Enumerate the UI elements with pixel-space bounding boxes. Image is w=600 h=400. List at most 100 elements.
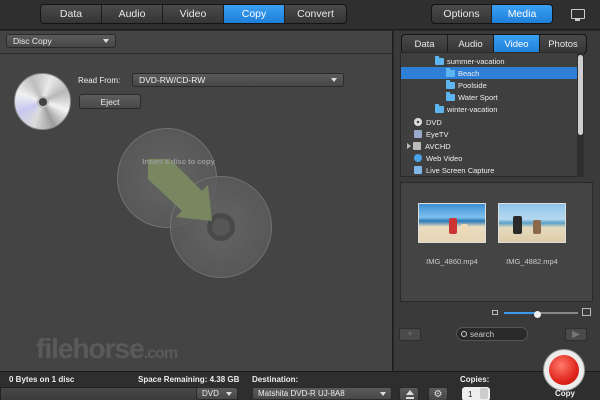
tab-copy[interactable]: Copy (224, 5, 285, 23)
tab-media[interactable]: Media (492, 5, 552, 23)
tree-item-eyetv[interactable]: EyeTV (401, 128, 581, 140)
video-preview-image (498, 203, 566, 243)
tree-item-avchd[interactable]: AVCHD (401, 140, 581, 152)
eject-button[interactable]: Eject (79, 94, 141, 109)
tab-video[interactable]: Video (163, 5, 224, 23)
chevron-down-icon (380, 392, 386, 396)
folder-icon (435, 55, 444, 65)
sidebar-tab-bar: Options Media (431, 4, 553, 24)
tree-item-label: winter-vacation (447, 104, 498, 114)
camera-icon (413, 142, 421, 150)
tree-item-label: Web Video (426, 153, 463, 163)
copy-button-label: Copy (555, 389, 575, 398)
tree-item-winter-vacation[interactable]: winter-vacation (401, 103, 581, 115)
space-remaining-text: Space Remaining: 4.38 GB (138, 375, 240, 384)
tree-scrollbar[interactable] (577, 52, 584, 177)
tree-item-water-sport[interactable]: Water Sport (401, 91, 581, 103)
media-panel: Data Audio Video Photos summer-vacation … (394, 31, 600, 371)
thumbnail-caption: IMG_4882.mp4 (506, 257, 558, 266)
watermark-logo: filehorse.com (36, 333, 178, 365)
eyetv-icon (414, 130, 422, 138)
divider (0, 53, 393, 54)
watermark-suffix: .com (143, 345, 178, 362)
tree-item-beach[interactable]: Beach (401, 67, 581, 79)
tree-item-label: DVD (426, 117, 442, 127)
tab-options[interactable]: Options (432, 5, 492, 23)
slider-track[interactable] (504, 311, 578, 318)
eject-icon[interactable] (399, 387, 419, 400)
dvd-icon (414, 118, 422, 126)
status-bar: 0 Bytes on 1 disc Space Remaining: 4.38 … (0, 371, 600, 400)
disc-icon (14, 73, 71, 130)
thumbnail-caption: IMG_4860.mp4 (426, 257, 478, 266)
disc-size-text: 0 Bytes on 1 disc (9, 375, 75, 384)
copy-panel: Disc Copy Read From: DVD-RW/CD-RW Eject … (0, 31, 393, 371)
tree-item-label: EyeTV (426, 129, 449, 139)
read-from-label: Read From: (78, 76, 121, 85)
copy-mode-select[interactable]: Disc Copy (6, 34, 116, 48)
folder-icon (435, 103, 444, 113)
tree-item-web-video[interactable]: Web Video (401, 152, 581, 164)
tab-audio[interactable]: Audio (102, 5, 163, 23)
screen-capture-icon (414, 166, 422, 174)
display-icon[interactable] (571, 9, 585, 21)
read-from-value: DVD-RW/CD-RW (139, 75, 206, 85)
search-icon (461, 331, 467, 337)
chevron-down-icon (103, 39, 109, 43)
copies-label: Copies: (460, 375, 490, 384)
tree-item-label: summer-vacation (447, 56, 505, 66)
stepper-arrows-icon[interactable] (480, 388, 488, 399)
search-placeholder: search (470, 329, 495, 339)
add-button[interactable]: + (399, 328, 421, 341)
folder-icon (446, 79, 455, 89)
media-type-value: DVD (202, 389, 219, 398)
insert-disc-hint: Insert a disc to copy (142, 157, 215, 166)
thumbnail-size-slider[interactable] (492, 308, 592, 318)
copy-button[interactable] (543, 349, 585, 391)
media-source-tree: summer-vacation Beach Poolside Water Spo… (400, 52, 582, 177)
tab-convert[interactable]: Convert (285, 5, 346, 23)
disclosure-triangle-icon[interactable] (407, 143, 411, 149)
tree-item-dvd[interactable]: DVD (401, 116, 581, 128)
scrollbar-thumb[interactable] (578, 55, 583, 135)
chevron-down-icon (331, 78, 337, 82)
copy-mode-value: Disc Copy (13, 36, 52, 46)
media-tab-audio[interactable]: Audio (448, 35, 494, 53)
copies-stepper[interactable]: 1 (462, 387, 490, 400)
tree-item-summer-vacation[interactable]: summer-vacation (401, 55, 581, 67)
tree-item-label: Water Sport (458, 92, 498, 102)
watermark-text: filehorse (36, 333, 145, 364)
media-tab-bar: Data Audio Video Photos (401, 34, 587, 54)
top-toolbar: Data Audio Video Copy Convert Options Me… (0, 0, 600, 30)
record-icon (549, 355, 579, 385)
tree-item-poolside[interactable]: Poolside (401, 79, 581, 91)
media-tab-video[interactable]: Video (494, 35, 540, 53)
folder-icon (446, 67, 455, 77)
slider-knob[interactable] (534, 311, 541, 318)
media-browser: IMG_4860.mp4 IMG_4882.mp4 (400, 182, 593, 302)
tree-item-label: Beach (458, 68, 480, 78)
destination-label: Destination: (252, 375, 299, 384)
tab-data[interactable]: Data (41, 5, 102, 23)
media-thumbnail[interactable]: IMG_4882.mp4 (498, 203, 566, 266)
copies-value: 1 (468, 389, 473, 399)
globe-icon (414, 154, 422, 162)
folder-icon (446, 91, 455, 101)
tree-item-live-screen-capture[interactable]: Live Screen Capture (401, 164, 581, 176)
video-preview-image (418, 203, 486, 243)
tree-item-label: Poolside (458, 80, 487, 90)
read-from-select[interactable]: DVD-RW/CD-RW (132, 73, 344, 87)
media-thumbnail[interactable]: IMG_4860.mp4 (418, 203, 486, 266)
large-thumbnail-icon (582, 308, 591, 316)
search-input[interactable]: search (456, 327, 528, 341)
media-tab-photos[interactable]: Photos (540, 35, 586, 53)
destination-select[interactable]: Matshita DVD-R UJ-8A8 (252, 387, 392, 400)
play-button[interactable]: ▶ (565, 328, 587, 341)
small-thumbnail-icon (492, 310, 498, 315)
destination-value: Matshita DVD-R UJ-8A8 (258, 389, 345, 398)
tree-item-label: AVCHD (425, 141, 451, 151)
media-type-select[interactable]: DVD (196, 387, 238, 400)
main-tab-bar: Data Audio Video Copy Convert (40, 4, 347, 24)
gear-icon[interactable]: ⚙ (428, 387, 448, 400)
media-tab-data[interactable]: Data (402, 35, 448, 53)
